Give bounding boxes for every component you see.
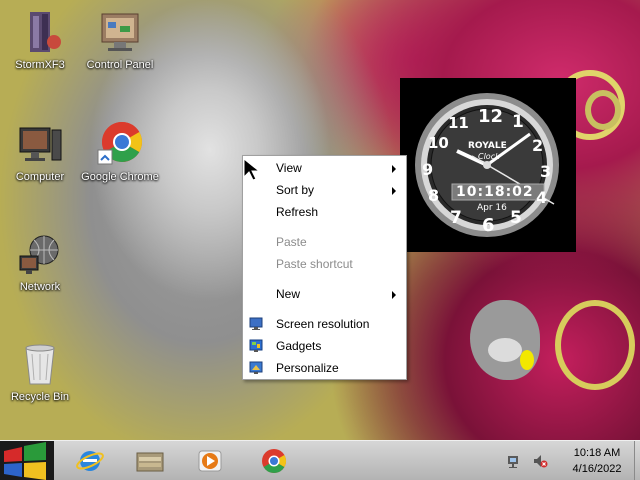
clock-numeral-11: 11	[448, 114, 469, 132]
taskbar-date: 4/16/2022	[572, 463, 622, 475]
clock-numeral-6: 6	[482, 215, 495, 236]
desktop-icon-label: Network	[19, 281, 61, 293]
clock-brand: ROYALE	[468, 141, 507, 151]
submenu-arrow-icon	[392, 187, 396, 195]
taskbar[interactable]: 10:18 AM 4/16/2022	[0, 440, 640, 480]
taskbar-time: 10:18 AM	[573, 447, 621, 459]
gadgets-icon	[249, 339, 263, 352]
menu-item-label: Personalize	[276, 361, 339, 375]
windows-logo-icon	[4, 442, 46, 480]
clock-numeral-8: 8	[428, 186, 440, 205]
mouse-cursor-icon	[243, 158, 261, 181]
control-panel-icon	[96, 8, 144, 56]
clock-numeral-9: 9	[422, 160, 434, 179]
chrome-icon	[96, 120, 144, 168]
volume-muted-icon[interactable]	[532, 453, 548, 469]
menu-item-paste[interactable]: Paste	[243, 232, 406, 252]
clock-numeral-5: 5	[510, 208, 522, 228]
menu-item-view[interactable]: View	[243, 158, 406, 178]
taskbar-google-chrome[interactable]	[246, 443, 302, 479]
show-desktop-button[interactable]	[634, 441, 640, 480]
clock-numeral-12: 12	[478, 106, 504, 127]
clock-numeral-1: 1	[512, 112, 524, 132]
clock-numeral-4: 4	[536, 188, 548, 207]
start-button[interactable]	[0, 441, 54, 480]
desktop-context-menu[interactable]: View Sort by Refresh Paste Paste shortcu…	[242, 155, 407, 380]
taskbar-clock[interactable]: 10:18 AM 4/16/2022	[562, 445, 632, 477]
internet-explorer-icon	[76, 451, 104, 471]
network-status-icon[interactable]	[506, 453, 522, 469]
desktop-icon-label: Control Panel	[86, 59, 154, 71]
clock-digital-time: 10:18:02	[456, 184, 534, 200]
wallpaper-swirl	[585, 90, 621, 130]
wallpaper-swirl	[555, 300, 635, 390]
clock-numeral-3: 3	[540, 162, 552, 181]
menu-item-label: New	[276, 287, 301, 301]
desktop-icon-label: Computer	[15, 171, 65, 183]
submenu-arrow-icon	[392, 165, 396, 173]
menu-item-new[interactable]: New	[243, 284, 406, 304]
chrome-icon	[262, 449, 287, 474]
submenu-arrow-icon	[392, 291, 396, 299]
desktop-icon-recycle-bin[interactable]: Recycle Bin	[0, 340, 80, 404]
computer-icon	[16, 120, 64, 168]
menu-item-screen-resolution[interactable]: Screen resolution	[243, 314, 406, 334]
desktop-icon-label: Recycle Bin	[10, 391, 70, 403]
menu-item-label: Sort by	[276, 183, 315, 197]
menu-item-label: Paste	[276, 235, 307, 249]
stormxf3-icon	[16, 8, 64, 56]
personalize-icon	[249, 361, 263, 374]
desktop-icon-control-panel[interactable]: Control Panel	[80, 8, 160, 72]
desktop-icon-network[interactable]: Network	[0, 230, 80, 294]
recycle-bin-icon	[16, 340, 64, 388]
desktop-icon-stormxf3[interactable]: StormXF3	[0, 8, 80, 72]
clock-date: Apr 16	[477, 203, 507, 213]
menu-item-sort-by[interactable]: Sort by	[243, 180, 406, 200]
clock-numeral-10: 10	[428, 134, 449, 152]
menu-item-gadgets[interactable]: Gadgets	[243, 336, 406, 356]
menu-item-label: Refresh	[276, 205, 319, 219]
menu-item-label: View	[276, 161, 302, 175]
menu-item-personalize[interactable]: Personalize	[243, 358, 406, 378]
menu-item-label: Screen resolution	[276, 317, 370, 331]
media-player-icon	[198, 450, 222, 472]
system-tray: 10:18 AM 4/16/2022	[500, 441, 640, 480]
wallpaper-dot	[520, 350, 534, 370]
clock-subtitle: Clock	[478, 152, 500, 161]
screen-resolution-icon	[249, 317, 263, 330]
folder-icon	[136, 452, 164, 472]
desktop-icon-computer[interactable]: Computer	[0, 120, 80, 184]
clock-numeral-2: 2	[532, 136, 544, 155]
menu-item-label: Gadgets	[276, 339, 322, 353]
desktop-icon-label: StormXF3	[15, 59, 65, 71]
clock-numeral-7: 7	[450, 208, 462, 228]
taskbar-media-player[interactable]	[182, 443, 238, 479]
menu-item-label: Paste shortcut	[276, 257, 353, 271]
taskbar-internet-explorer[interactable]	[62, 443, 118, 479]
desktop-icon-label: Google Chrome	[81, 171, 159, 183]
clock-gadget[interactable]: 12 1 2 3 4 5 6 7 8 9 10 11 ROYALE Clock …	[400, 78, 576, 252]
menu-item-paste-shortcut[interactable]: Paste shortcut	[243, 254, 406, 274]
menu-item-refresh[interactable]: Refresh	[243, 202, 406, 222]
network-icon	[16, 230, 64, 278]
desktop-icon-google-chrome[interactable]: Google Chrome	[80, 120, 160, 184]
taskbar-file-explorer[interactable]	[122, 443, 178, 479]
